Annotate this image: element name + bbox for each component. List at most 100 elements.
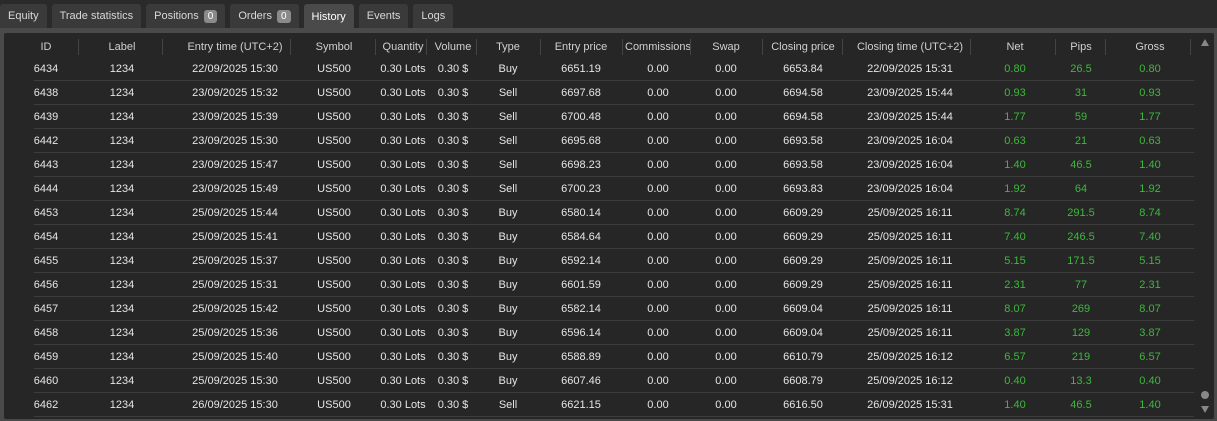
table-row[interactable]: 6458 1234 25/09/2025 15:36 US500 0.30 Lots 0.… [4,321,1194,345]
cell-entry-price: 6596.14 [561,327,601,339]
tab-label: Trade statistics [59,10,134,22]
cell-entry-price: 6582.14 [561,303,601,315]
cell-net: 7.40 [1004,231,1026,243]
table-row[interactable]: 6454 1234 25/09/2025 15:41 US500 0.30 Lots 0.… [4,225,1194,249]
cell-volume: 0.30 $ [437,207,469,219]
cell-quantity: 0.30 Lots [380,303,426,315]
cell-entry-time-utc-2: 25/09/2025 15:31 [192,279,278,291]
count-badge: 0 [276,9,291,23]
column-header-swap[interactable]: Swap [692,35,760,59]
column-divider[interactable] [842,39,843,55]
column-divider[interactable] [426,39,427,55]
table-row[interactable]: 6443 1234 23/09/2025 15:47 US500 0.30 Lots 0.… [4,153,1194,177]
column-divider[interactable] [540,39,541,55]
cell-gross: 3.87 [1139,327,1161,339]
cell-closing-time-utc-2: 25/09/2025 16:11 [867,207,953,219]
cell-net: 0.80 [1004,63,1026,75]
table-row[interactable]: 6442 1234 23/09/2025 15:30 US500 0.30 Lots 0.… [4,129,1194,153]
column-header-entry-price[interactable]: Entry price [542,35,620,59]
column-header-pips[interactable]: Pips [1057,35,1105,59]
tab-logs[interactable]: Logs [413,4,454,28]
cell-quantity: 0.30 Lots [380,351,426,363]
tab-trade-statistics[interactable]: Trade statistics [51,4,142,28]
tab-events[interactable]: Events [358,4,409,28]
tab-positions[interactable]: Positions 0 [146,4,226,28]
cell-label: 1234 [109,303,135,315]
table-row[interactable]: 6453 1234 25/09/2025 15:44 US500 0.30 Lots 0.… [4,201,1194,225]
table-row[interactable]: 6462 1234 26/09/2025 15:30 US500 0.30 Lots 0.… [4,393,1194,417]
column-header-entry-time-utc-2[interactable]: Entry time (UTC+2) [175,35,295,59]
column-divider[interactable] [162,39,163,55]
cell-volume: 0.30 $ [437,351,469,363]
cell-pips: 171.5 [1067,255,1095,267]
table-row[interactable]: 6439 1234 23/09/2025 15:39 US500 0.30 Lots 0.… [4,105,1194,129]
column-header-gross[interactable]: Gross [1110,35,1190,59]
tab-history[interactable]: History [303,4,354,29]
cell-closing-time-utc-2: 23/09/2025 15:44 [867,111,953,123]
cell-type: Buy [498,279,518,291]
column-header-id[interactable]: ID [11,35,81,59]
cell-commissions: 0.00 [647,303,669,315]
cell-label: 1234 [109,279,135,291]
cell-swap: 0.00 [715,135,737,147]
cell-entry-price: 6700.48 [561,111,601,123]
table-row[interactable]: 6456 1234 25/09/2025 15:31 US500 0.30 Lots 0.… [4,273,1194,297]
column-header-quantity[interactable]: Quantity [378,35,428,59]
cell-pips: 46.5 [1070,159,1092,171]
cell-closing-time-utc-2: 23/09/2025 16:04 [867,159,953,171]
cell-id: 6443 [33,159,59,171]
column-divider[interactable] [1105,39,1106,55]
table-row[interactable]: 6457 1234 25/09/2025 15:42 US500 0.30 Lots 0.… [4,297,1194,321]
column-divider[interactable] [375,39,376,55]
column-divider[interactable] [78,39,79,55]
column-header-net[interactable]: Net [975,35,1055,59]
column-header-type[interactable]: Type [478,35,538,59]
scroll-down-icon[interactable] [1201,406,1209,413]
cell-commissions: 0.00 [647,135,669,147]
tab-orders[interactable]: Orders 0 [230,4,299,28]
tab-equity[interactable]: Equity [0,4,47,28]
column-header-label[interactable]: Label [82,35,162,59]
column-header-symbol[interactable]: Symbol [294,35,374,59]
column-header-closing-price[interactable]: Closing price [765,35,841,59]
scrollbar[interactable] [1196,33,1214,419]
cell-pips: 291.5 [1067,207,1095,219]
cell-label: 1234 [109,87,135,99]
column-divider[interactable] [690,39,691,55]
column-header-volume[interactable]: Volume [429,35,477,59]
column-divider[interactable] [970,39,971,55]
cell-id: 6456 [33,279,59,291]
cell-commissions: 0.00 [647,207,669,219]
cell-volume: 0.30 $ [437,63,469,75]
column-divider[interactable] [1055,39,1056,55]
table-row[interactable]: 6438 1234 23/09/2025 15:32 US500 0.30 Lots 0.… [4,81,1194,105]
cell-gross: 7.40 [1139,231,1161,243]
table-row[interactable]: 6459 1234 25/09/2025 15:40 US500 0.30 Lots 0.… [4,345,1194,369]
table-row[interactable]: 6434 1234 22/09/2025 15:30 US500 0.30 Lots 0.… [4,57,1194,81]
cell-label: 1234 [109,351,135,363]
column-divider[interactable] [622,39,623,55]
table-row[interactable]: 6460 1234 25/09/2025 15:30 US500 0.30 Lots 0.… [4,369,1194,393]
column-header-commissions[interactable]: Commissions [625,35,691,59]
cell-closing-price: 6609.04 [783,327,823,339]
cell-id: 6439 [33,111,59,123]
column-divider[interactable] [476,39,477,55]
scroll-up-icon[interactable] [1201,39,1209,46]
cell-label: 1234 [109,207,135,219]
cell-net: 5.15 [1004,255,1026,267]
table-row[interactable]: 6444 1234 23/09/2025 15:49 US500 0.30 Lots 0.… [4,177,1194,201]
column-divider[interactable] [1190,39,1191,55]
cell-pips: 26.5 [1070,63,1092,75]
column-divider[interactable] [762,39,763,55]
cell-id: 6459 [33,351,59,363]
cell-symbol: US500 [317,231,351,243]
cell-entry-price: 6584.64 [561,231,601,243]
table-row[interactable]: 6455 1234 25/09/2025 15:37 US500 0.30 Lots 0.… [4,249,1194,273]
column-divider[interactable] [290,39,291,55]
cell-entry-time-utc-2: 23/09/2025 15:47 [192,159,278,171]
scroll-thumb[interactable] [1201,391,1209,399]
cell-closing-price: 6609.29 [783,207,823,219]
column-header-closing-time-utc-2[interactable]: Closing time (UTC+2) [848,35,972,59]
cell-volume: 0.30 $ [437,135,469,147]
cell-label: 1234 [109,255,135,267]
